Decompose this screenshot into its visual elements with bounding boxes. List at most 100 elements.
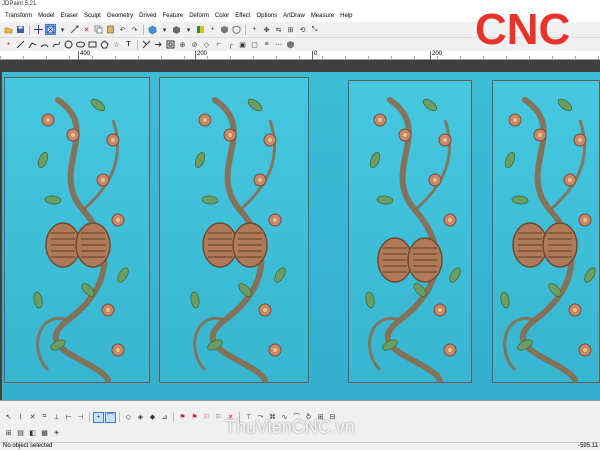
- align-icon[interactable]: ≡: [261, 39, 272, 50]
- flower-center: [101, 178, 105, 182]
- menu-deform[interactable]: Deform: [186, 13, 212, 19]
- menu-help[interactable]: Help: [337, 13, 355, 19]
- shade-mode-icon[interactable]: [171, 24, 182, 35]
- crosshair-icon[interactable]: [33, 24, 44, 35]
- fillet-icon[interactable]: ╭: [225, 39, 236, 50]
- select-arrow-icon[interactable]: ↖: [3, 412, 14, 423]
- node-icon[interactable]: ⊿: [159, 412, 170, 423]
- measure-icon[interactable]: [69, 24, 80, 35]
- point-icon[interactable]: •: [207, 24, 218, 35]
- flag-icon[interactable]: ⚐: [201, 412, 212, 423]
- menu-feature[interactable]: Feature: [160, 13, 187, 19]
- spline-icon[interactable]: [51, 39, 62, 50]
- diamond-icon[interactable]: ◆: [147, 412, 158, 423]
- viewport-3d[interactable]: [0, 60, 600, 400]
- flag-icon[interactable]: ⚑: [189, 412, 200, 423]
- rotate-icon[interactable]: ⟲: [297, 24, 308, 35]
- scale-icon[interactable]: ⤡: [309, 24, 320, 35]
- lasso-icon[interactable]: ⌇: [15, 412, 26, 423]
- plus-icon[interactable]: +: [249, 24, 260, 35]
- line-icon[interactable]: [15, 39, 26, 50]
- menu-geometry[interactable]: Geometry: [104, 13, 136, 19]
- flower-center: [263, 308, 267, 312]
- menu-effect[interactable]: Effect: [232, 13, 253, 19]
- shield-icon[interactable]: [285, 39, 296, 50]
- distribute-icon[interactable]: ⋯: [273, 39, 284, 50]
- join-icon[interactable]: ⊕: [177, 39, 188, 50]
- shield-icon[interactable]: [219, 24, 230, 35]
- menu-measure[interactable]: Measure: [308, 13, 337, 19]
- text-icon[interactable]: T: [123, 39, 134, 50]
- array-icon[interactable]: ⊞: [285, 24, 296, 35]
- menu-model[interactable]: Model: [35, 13, 57, 19]
- chamfer-icon[interactable]: ⌐: [213, 39, 224, 50]
- menu-eraser[interactable]: Eraser: [57, 13, 81, 19]
- save-icon[interactable]: [15, 24, 26, 35]
- cross-select-icon[interactable]: ✕: [27, 412, 38, 423]
- paste-icon[interactable]: [105, 24, 116, 35]
- cut-icon[interactable]: ✕: [81, 24, 92, 35]
- flower-center: [273, 218, 277, 222]
- dropdown-arrow-icon[interactable]: ▾: [57, 24, 68, 35]
- diamond-icon[interactable]: ◇: [123, 412, 134, 423]
- view-cube-icon[interactable]: [147, 24, 158, 35]
- leaf: [449, 267, 461, 283]
- perpendicular-icon[interactable]: ⊥: [51, 412, 62, 423]
- circle-icon[interactable]: [63, 39, 74, 50]
- flower-center: [378, 118, 382, 122]
- crop-icon[interactable]: ⌗: [39, 412, 50, 423]
- grid-icon[interactable]: ⊞: [3, 428, 14, 439]
- polyline-icon[interactable]: [27, 39, 38, 50]
- star-icon[interactable]: ☆: [111, 39, 122, 50]
- trim-icon[interactable]: [141, 39, 152, 50]
- snap-point-icon[interactable]: •: [93, 411, 104, 423]
- flower-center: [538, 133, 542, 137]
- leaf: [376, 195, 394, 205]
- undo-icon[interactable]: ↶: [117, 24, 128, 35]
- leaf: [194, 151, 206, 169]
- layer-icon[interactable]: ▤: [15, 428, 26, 439]
- break-icon[interactable]: ⊘: [189, 39, 200, 50]
- dropdown-arrow-icon[interactable]: ▾: [183, 24, 194, 35]
- texture-icon[interactable]: ▦: [39, 428, 50, 439]
- menu-color[interactable]: Color: [212, 13, 232, 19]
- ungroup-icon[interactable]: ▢: [249, 39, 260, 50]
- flag-icon[interactable]: ⚐: [213, 412, 224, 423]
- menu-sculpt[interactable]: Sculpt: [81, 13, 104, 19]
- flower-center: [203, 118, 207, 122]
- mirror-icon[interactable]: ⇆: [273, 24, 284, 35]
- snap-end-icon[interactable]: ⊣: [75, 412, 86, 423]
- dropdown-arrow-icon[interactable]: ▾: [159, 24, 170, 35]
- dot-point-icon[interactable]: •: [3, 39, 14, 50]
- menu-drived[interactable]: Drived: [136, 13, 159, 19]
- ellipse-icon[interactable]: [75, 39, 86, 50]
- menu-artdraw[interactable]: ArtDraw: [280, 13, 308, 19]
- flower-center: [433, 178, 437, 182]
- leaf: [584, 267, 596, 283]
- arc-icon[interactable]: [39, 39, 50, 50]
- flag-icon[interactable]: ⚑: [177, 412, 188, 423]
- open-icon[interactable]: [3, 24, 14, 35]
- extend-icon[interactable]: [153, 39, 164, 50]
- diamond-icon[interactable]: ◈: [135, 412, 146, 423]
- leaf: [33, 291, 43, 309]
- light-icon[interactable]: ☀: [51, 428, 62, 439]
- polygon-icon[interactable]: [99, 39, 110, 50]
- copy-icon[interactable]: [93, 24, 104, 35]
- material-icon[interactable]: ◧: [27, 428, 38, 439]
- group-icon[interactable]: ▣: [237, 39, 248, 50]
- move-icon[interactable]: ✥: [261, 24, 272, 35]
- menu-options[interactable]: Options: [253, 13, 280, 19]
- rectangle-icon[interactable]: [87, 39, 98, 50]
- offset-icon[interactable]: [165, 39, 176, 50]
- redo-icon[interactable]: ↷: [129, 24, 140, 35]
- snap-line-icon[interactable]: ⊢: [63, 412, 74, 423]
- flower-center: [71, 133, 75, 137]
- node-edit-icon[interactable]: ◇: [201, 39, 212, 50]
- color-icon[interactable]: [195, 24, 206, 35]
- zoom-window-icon[interactable]: [45, 24, 56, 35]
- snap-curve-icon[interactable]: ⌒: [105, 411, 116, 423]
- flower-center: [258, 178, 262, 182]
- menu-transform[interactable]: Transform: [2, 13, 35, 19]
- half-shield-icon[interactable]: [231, 24, 242, 35]
